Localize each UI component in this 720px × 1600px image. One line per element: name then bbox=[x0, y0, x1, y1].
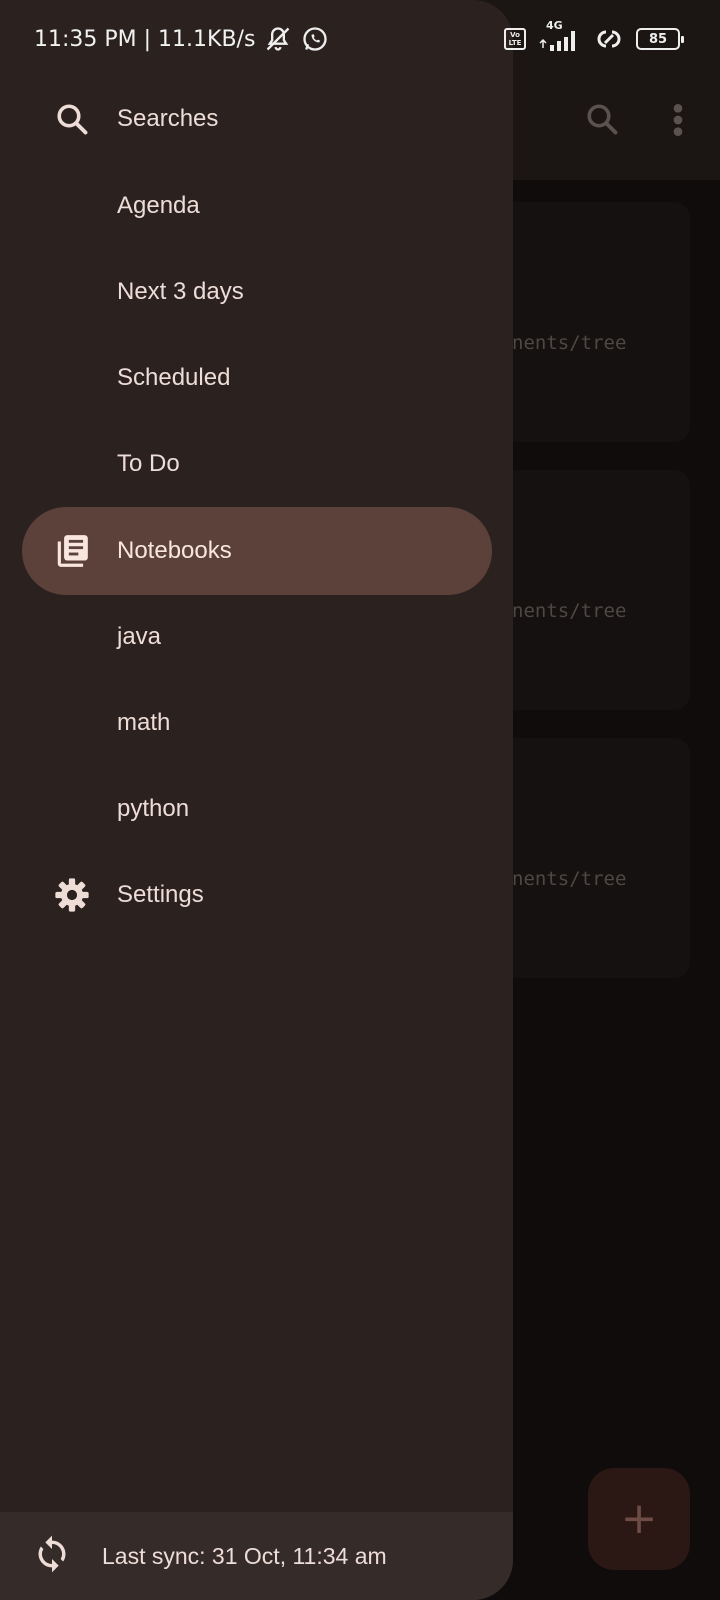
sync-bar[interactable]: Last sync: 31 Oct, 11:34 am bbox=[0, 1512, 513, 1600]
nav-item-math[interactable]: math bbox=[22, 679, 492, 767]
nav-item-next-3-days[interactable]: Next 3 days bbox=[22, 248, 492, 336]
nav-item-label: Scheduled bbox=[117, 364, 231, 391]
notebooks-icon bbox=[52, 531, 92, 571]
card-path: nents/tree bbox=[512, 600, 627, 622]
battery-level: 85 bbox=[648, 31, 668, 47]
nav-item-java[interactable]: java bbox=[22, 593, 492, 681]
nav-item-label: python bbox=[117, 795, 190, 822]
sync-icon bbox=[38, 1535, 66, 1573]
status-left: 11:35 PM | 11.1KB/s bbox=[34, 24, 329, 54]
status-time-speed: 11:35 PM | 11.1KB/s bbox=[34, 26, 256, 52]
notebook-card[interactable]: nents/tree bbox=[490, 470, 690, 710]
notifications-off-icon bbox=[267, 27, 290, 51]
card-path: nents/tree bbox=[512, 868, 627, 890]
nav-item-label: To Do bbox=[117, 450, 180, 477]
nav-item-notebooks[interactable]: Notebooks bbox=[22, 507, 492, 595]
nav-item-python[interactable]: python bbox=[22, 765, 492, 853]
nav-item-label: Notebooks bbox=[117, 537, 232, 564]
gear-icon bbox=[52, 875, 92, 915]
nav-item-label: Settings bbox=[117, 881, 204, 908]
notebook-card[interactable]: nents/tree bbox=[490, 738, 690, 978]
signal-icon: 4G bbox=[538, 19, 582, 53]
more-options-icon[interactable] bbox=[666, 100, 690, 140]
nav-item-scheduled[interactable]: Scheduled bbox=[22, 334, 492, 422]
add-fab-button[interactable]: + bbox=[588, 1468, 690, 1570]
status-right: Vo LTE 4G 85 bbox=[504, 19, 684, 54]
nav-item-label: Agenda bbox=[117, 192, 200, 219]
volte-top: Vo bbox=[510, 31, 520, 39]
card-path: nents/tree bbox=[512, 332, 627, 354]
search-icon bbox=[52, 99, 92, 139]
nav-item-label: Next 3 days bbox=[117, 278, 244, 305]
status-bar: 11:35 PM | 11.1KB/s Vo LTE 4G 85 bbox=[0, 0, 720, 76]
nav-item-label: java bbox=[117, 623, 162, 650]
navigation-drawer: Searches Agenda Next 3 days Scheduled To… bbox=[0, 0, 513, 1600]
volte-icon: Vo LTE bbox=[504, 28, 526, 50]
nav-item-agenda[interactable]: Agenda bbox=[22, 162, 492, 250]
volte-bottom: LTE bbox=[508, 39, 522, 47]
notebook-card[interactable]: nents/tree bbox=[490, 202, 690, 442]
plus-icon: + bbox=[620, 1493, 658, 1544]
nav-item-label: math bbox=[117, 709, 171, 736]
battery-icon: 85 bbox=[636, 28, 684, 50]
nav-item-label: Searches bbox=[117, 105, 219, 132]
last-sync-text: Last sync: 31 Oct, 11:34 am bbox=[102, 1543, 387, 1569]
network-type: 4G bbox=[546, 19, 563, 32]
nav-item-searches[interactable]: Searches bbox=[22, 75, 492, 163]
nav-item-settings[interactable]: Settings bbox=[22, 851, 492, 939]
search-icon[interactable] bbox=[584, 101, 620, 137]
link-icon bbox=[597, 30, 621, 48]
whatsapp-icon bbox=[303, 27, 328, 51]
nav-item-to-do[interactable]: To Do bbox=[22, 420, 492, 508]
